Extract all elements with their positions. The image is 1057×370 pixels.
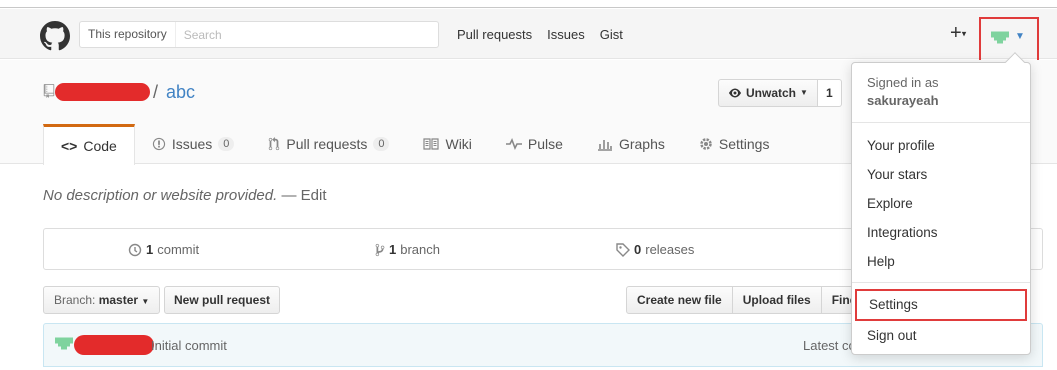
branches-link[interactable]: 1 branch xyxy=(375,242,440,257)
issue-icon xyxy=(152,137,165,151)
unwatch-button[interactable]: Unwatch ▼ xyxy=(718,79,818,107)
commits-count: 1 xyxy=(146,242,154,257)
signed-in-header: Signed in as sakurayeah xyxy=(852,63,1030,123)
nav-issues[interactable]: Issues xyxy=(547,27,585,42)
releases-link[interactable]: 0 releases xyxy=(616,242,694,257)
create-new-button[interactable]: +▾ xyxy=(950,23,966,44)
gear-icon xyxy=(700,138,712,150)
description-dash: — xyxy=(281,187,297,204)
path-separator: / xyxy=(153,82,159,102)
signed-in-label: Signed in as xyxy=(867,75,939,90)
latest-commit-label: Latest co xyxy=(803,338,856,353)
watchers-count[interactable]: 1 xyxy=(817,79,842,107)
menu-item-sign-out[interactable]: Sign out xyxy=(852,321,1030,350)
branch-prefix: Branch: xyxy=(54,293,96,307)
avatar xyxy=(991,31,1009,44)
menu-item-integrations[interactable]: Integrations xyxy=(852,218,1030,247)
repo-icon xyxy=(43,84,55,98)
caret-down-icon: ▼ xyxy=(141,297,150,306)
search-box: This repository xyxy=(79,21,439,48)
branch-select-button[interactable]: Branch: master ▼ xyxy=(43,286,161,314)
tab-label: Pulse xyxy=(527,136,563,152)
upload-files-button[interactable]: Upload files xyxy=(731,286,822,314)
history-icon xyxy=(128,243,142,256)
commits-link[interactable]: 1 commit xyxy=(128,242,199,257)
eye-icon xyxy=(729,88,741,98)
caret-down-icon: ▾ xyxy=(961,28,967,39)
commit-message-link[interactable]: Initial commit xyxy=(151,338,227,353)
search-scope-label: This repository xyxy=(80,22,176,47)
repo-tabs: <> Code Issues 0 Pull requests 0 Wiki Pu… xyxy=(43,124,787,165)
repo-description: No description or website provided. — Ed… xyxy=(43,187,327,204)
unwatch-label: Unwatch xyxy=(746,86,797,100)
github-logo-icon[interactable] xyxy=(40,21,70,51)
pulse-icon xyxy=(505,138,522,150)
branches-count: 1 xyxy=(389,242,397,257)
menu-item-explore[interactable]: Explore xyxy=(852,189,1030,218)
tab-settings[interactable]: Settings xyxy=(682,124,787,164)
tab-graphs[interactable]: Graphs xyxy=(580,124,682,164)
site-header: This repository Pull requests Issues Gis… xyxy=(0,9,1057,64)
tab-pull-requests[interactable]: Pull requests 0 xyxy=(251,124,406,164)
menu-item-your-stars[interactable]: Your stars xyxy=(852,160,1030,189)
commits-label: commit xyxy=(157,242,200,257)
tab-code[interactable]: <> Code xyxy=(43,124,135,165)
redacted-owner-name xyxy=(55,83,150,101)
tab-pulse[interactable]: Pulse xyxy=(489,124,580,164)
tab-issues[interactable]: Issues 0 xyxy=(135,124,252,164)
branches-label: branch xyxy=(400,242,440,257)
releases-count: 0 xyxy=(634,242,642,257)
menu-item-your-profile[interactable]: Your profile xyxy=(852,131,1030,160)
tag-icon xyxy=(616,242,630,257)
branch-icon xyxy=(375,243,385,256)
code-icon: <> xyxy=(61,138,78,154)
menu-item-settings[interactable]: Settings xyxy=(855,289,1027,321)
tab-label: Code xyxy=(83,138,117,154)
tab-label: Wiki xyxy=(445,136,472,152)
tab-wiki[interactable]: Wiki xyxy=(406,124,488,164)
file-actions: Create new file Upload files Find xyxy=(626,286,869,314)
tab-label: Pull requests xyxy=(286,136,368,152)
menu-item-help[interactable]: Help xyxy=(852,247,1030,276)
menu-divider xyxy=(852,282,1030,283)
header-nav: Pull requests Issues Gist xyxy=(457,27,623,42)
menu-group-primary: Your profile Your stars Explore Integrat… xyxy=(852,123,1030,276)
tab-label: Issues xyxy=(171,136,213,152)
caret-down-icon: ▼ xyxy=(1015,31,1025,42)
graph-icon xyxy=(597,140,612,151)
repo-name-link[interactable]: abc xyxy=(166,82,195,103)
create-new-file-button[interactable]: Create new file xyxy=(626,286,733,314)
book-icon xyxy=(423,138,440,150)
nav-pull-requests[interactable]: Pull requests xyxy=(457,27,532,42)
releases-label: releases xyxy=(645,242,695,257)
edit-description-link[interactable]: Edit xyxy=(301,187,327,204)
tab-label: Settings xyxy=(718,136,770,152)
caret-down-icon: ▼ xyxy=(800,88,808,97)
redacted-author-name xyxy=(74,335,154,355)
branch-name: master xyxy=(98,293,139,307)
description-text: No description or website provided. xyxy=(43,187,278,204)
pull-requests-counter: 0 xyxy=(373,137,390,151)
window-top-edge xyxy=(0,0,1057,8)
username: sakurayeah xyxy=(867,93,939,108)
search-input[interactable] xyxy=(175,22,438,47)
issues-counter: 0 xyxy=(218,137,235,151)
new-pull-request-button[interactable]: New pull request xyxy=(164,286,281,314)
avatar xyxy=(55,337,73,350)
plus-icon: + xyxy=(950,22,962,44)
tab-label: Graphs xyxy=(618,136,665,152)
watch-control: Unwatch ▼ 1 xyxy=(718,79,842,107)
pull-request-icon xyxy=(269,137,280,151)
nav-gist[interactable]: Gist xyxy=(600,27,623,42)
user-dropdown-menu: Signed in as sakurayeah Your profile You… xyxy=(851,52,1031,355)
